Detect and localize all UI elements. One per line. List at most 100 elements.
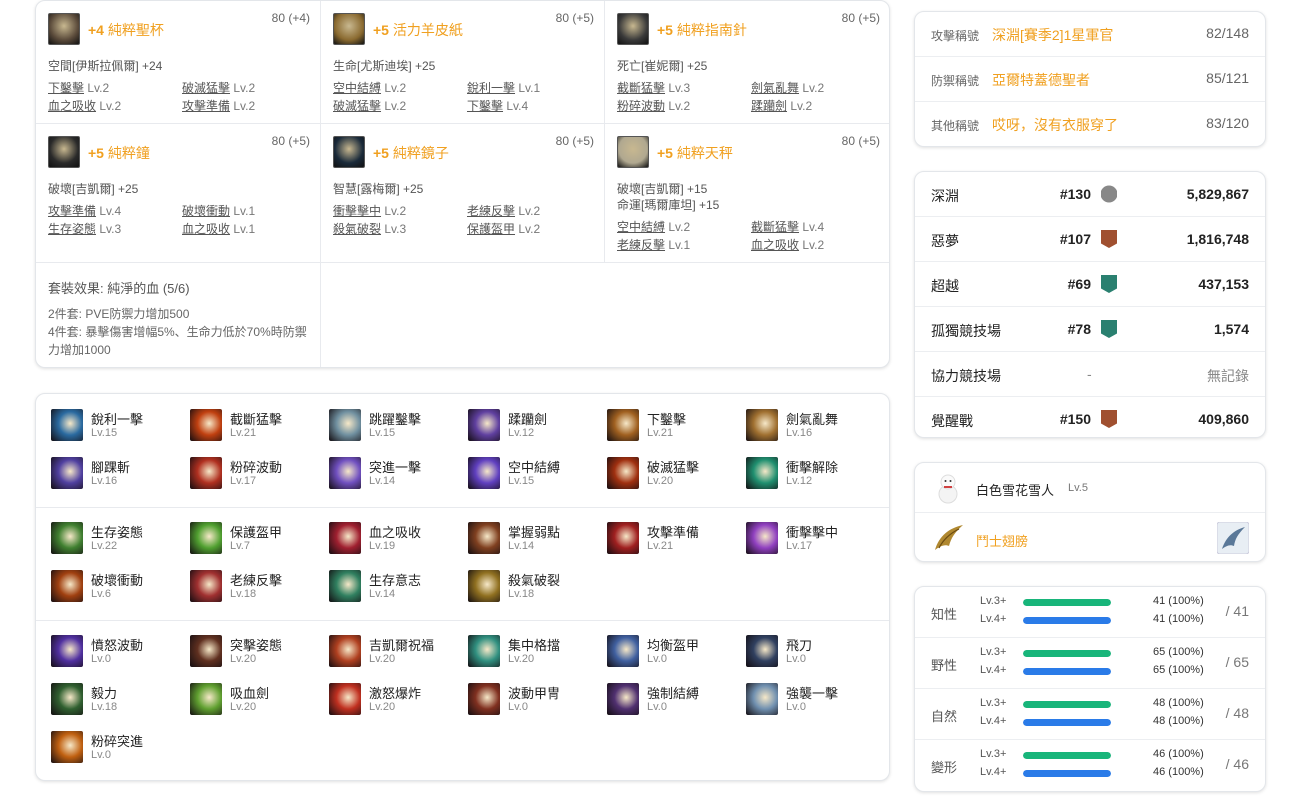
engraving-item[interactable]: 集中格擋 Lv.20 — [468, 635, 603, 675]
engraving-link[interactable]: 殺氣破裂 — [333, 222, 381, 236]
engraving-item[interactable]: 殺氣破裂 Lv.18 — [468, 570, 603, 610]
engraving-item[interactable]: 破滅猛擊 Lv.20 — [607, 457, 742, 497]
engraving-item[interactable]: 生存姿態 Lv.22 — [51, 522, 186, 562]
engraving-item[interactable]: 下鑿擊 Lv.21 — [607, 409, 742, 449]
engraving-item[interactable]: 銳利一擊 Lv.15 — [51, 409, 186, 449]
engraving-link[interactable]: 老練反擊 — [617, 238, 665, 252]
pet-row[interactable]: 白色雪花雪人 Lv.5 — [915, 463, 1265, 513]
engraving-link[interactable]: 血之吸收 — [48, 99, 96, 113]
accessory-engraving[interactable]: 老練反擊 Lv.1 — [617, 236, 690, 253]
accessory-engraving[interactable]: 殺氣破裂 Lv.3 — [333, 220, 406, 237]
accessory-engraving[interactable]: 血之吸收 Lv.2 — [751, 236, 824, 253]
accessory-cell[interactable]: +4 純粹聖杯 80 (+4) 空間[伊斯拉佩爾] +24 下鑿擊 Lv.2 破滅猛擊 … — [36, 1, 321, 124]
engraving-item[interactable]: 突進一擊 Lv.14 — [329, 457, 464, 497]
ranking-row[interactable]: 孤獨競技場 #78 1,574 — [915, 307, 1265, 352]
accessory-engraving[interactable]: 老練反擊 Lv.2 — [467, 202, 540, 219]
engraving-item[interactable]: 老練反擊 Lv.18 — [190, 570, 325, 610]
engraving-link[interactable]: 截斷猛擊 — [751, 220, 799, 234]
title-row[interactable]: 攻擊稱號 深淵[賽季2]1星軍官 82/148 — [915, 12, 1265, 57]
accessory-engraving[interactable]: 生存姿態 Lv.3 — [48, 220, 121, 237]
accessory-engraving[interactable]: 攻擊準備 Lv.2 — [182, 97, 255, 114]
engraving-item[interactable]: 截斷猛擊 Lv.21 — [190, 409, 325, 449]
engraving-item[interactable]: 均衡盔甲 Lv.0 — [607, 635, 742, 675]
engraving-link[interactable]: 空中結縛 — [333, 81, 381, 95]
accessory-engraving[interactable]: 攻擊準備 Lv.4 — [48, 202, 121, 219]
engraving-item[interactable]: 跳躍鑿擊 Lv.15 — [329, 409, 464, 449]
engraving-link[interactable]: 粉碎波動 — [617, 99, 665, 113]
engraving-item[interactable]: 波動甲冑 Lv.0 — [468, 683, 603, 723]
engraving-link[interactable]: 破滅猛擊 — [182, 81, 230, 95]
engraving-link[interactable]: 蹂躪劍 — [751, 99, 787, 113]
engraving-item[interactable]: 生存意志 Lv.14 — [329, 570, 464, 610]
accessory-engraving[interactable]: 蹂躪劍 Lv.2 — [751, 97, 812, 114]
engraving-item[interactable]: 憤怒波動 Lv.0 — [51, 635, 186, 675]
accessory-engraving[interactable]: 劍氣亂舞 Lv.2 — [751, 79, 824, 96]
engraving-item[interactable]: 強襲一擊 Lv.0 — [746, 683, 881, 723]
ranking-row[interactable]: 深淵 #130 5,829,867 — [915, 172, 1265, 217]
accessory-engraving[interactable]: 截斷猛擊 Lv.3 — [617, 79, 690, 96]
engraving-link[interactable]: 血之吸收 — [751, 238, 799, 252]
engraving-link[interactable]: 破壞衝動 — [182, 204, 230, 218]
accessory-cell[interactable]: +5 活力羊皮紙 80 (+5) 生命[尤斯迪埃] +25 空中結縛 Lv.2 銳利一擊… — [321, 1, 605, 124]
engraving-item[interactable]: 破壞衝動 Lv.6 — [51, 570, 186, 610]
accessory-engraving[interactable]: 銳利一擊 Lv.1 — [467, 79, 540, 96]
engraving-item[interactable]: 突擊姿態 Lv.20 — [190, 635, 325, 675]
engraving-item[interactable]: 強制結縛 Lv.0 — [607, 683, 742, 723]
title-row[interactable]: 其他稱號 哎呀，沒有衣服穿了 83/120 — [915, 102, 1265, 147]
engraving-item[interactable]: 攻擊準備 Lv.21 — [607, 522, 742, 562]
engraving-link[interactable]: 攻擊準備 — [48, 204, 96, 218]
title-row[interactable]: 防禦稱號 亞爾特蓋德聖者 85/121 — [915, 57, 1265, 102]
engraving-item[interactable]: 粉碎突進 Lv.0 — [51, 731, 186, 771]
engraving-item[interactable]: 劍氣亂舞 Lv.16 — [746, 409, 881, 449]
engraving-link[interactable]: 下鑿擊 — [467, 99, 503, 113]
engraving-item[interactable]: 保護盔甲 Lv.7 — [190, 522, 325, 562]
accessory-engraving[interactable]: 衝擊擊中 Lv.2 — [333, 202, 406, 219]
accessory-engraving[interactable]: 空中結縛 Lv.2 — [617, 218, 690, 235]
accessory-engraving[interactable]: 破壞衝動 Lv.1 — [182, 202, 255, 219]
engraving-item[interactable]: 空中結縛 Lv.15 — [468, 457, 603, 497]
engraving-item[interactable]: 飛刀 Lv.0 — [746, 635, 881, 675]
accessory-engraving[interactable]: 粉碎波動 Lv.2 — [617, 97, 690, 114]
accessory-engraving[interactable]: 血之吸收 Lv.1 — [182, 220, 255, 237]
engraving-item[interactable]: 血之吸收 Lv.19 — [329, 522, 464, 562]
engraving-item[interactable]: 吉凱爾祝福 Lv.20 — [329, 635, 464, 675]
engraving-link[interactable]: 截斷猛擊 — [617, 81, 665, 95]
engraving-link[interactable]: 血之吸收 — [182, 222, 230, 236]
engraving-link[interactable]: 空中結縛 — [617, 220, 665, 234]
engraving-link[interactable]: 破滅猛擊 — [333, 99, 381, 113]
engraving-link[interactable]: 保護盔甲 — [467, 222, 515, 236]
engraving-item[interactable]: 粉碎波動 Lv.17 — [190, 457, 325, 497]
wings-row[interactable]: 鬥士翅膀 — [915, 513, 1265, 563]
engraving-link[interactable]: 劍氣亂舞 — [751, 81, 799, 95]
accessory-cell[interactable]: +5 純粹鐘 80 (+5) 破壞[吉凱爾] +25 攻擊準備 Lv.4 破壞衝動 Lv… — [36, 124, 321, 263]
accessory-engraving[interactable]: 保護盔甲 Lv.2 — [467, 220, 540, 237]
engraving-item[interactable]: 激怒爆炸 Lv.20 — [329, 683, 464, 723]
engraving-item[interactable]: 毅力 Lv.18 — [51, 683, 186, 723]
accessory-engraving[interactable]: 破滅猛擊 Lv.2 — [333, 97, 406, 114]
engraving-item[interactable]: 衝擊解除 Lv.12 — [746, 457, 881, 497]
ranking-row[interactable]: 惡夢 #107 1,816,748 — [915, 217, 1265, 262]
accessory-engraving[interactable]: 破滅猛擊 Lv.2 — [182, 79, 255, 96]
engraving-item[interactable]: 蹂躪劍 Lv.12 — [468, 409, 603, 449]
accessory-engraving[interactable]: 血之吸收 Lv.2 — [48, 97, 121, 114]
accessory-cell[interactable]: +5 純粹鏡子 80 (+5) 智慧[露梅爾] +25 衝擊擊中 Lv.2 老練反擊 L… — [321, 124, 605, 263]
engraving-item[interactable]: 衝擊擊中 Lv.17 — [746, 522, 881, 562]
accessory-cell[interactable]: +5 純粹天秤 80 (+5) 破壞[吉凱爾] +15 命運[瑪爾庫坦] +15 空中結… — [605, 124, 889, 263]
engraving-link[interactable]: 老練反擊 — [467, 204, 515, 218]
accessory-engraving[interactable]: 下鑿擊 Lv.2 — [48, 79, 109, 96]
engraving-link[interactable]: 下鑿擊 — [48, 81, 84, 95]
accessory-engraving[interactable]: 截斷猛擊 Lv.4 — [751, 218, 824, 235]
engraving-item[interactable]: 腳踝斬 Lv.16 — [51, 457, 186, 497]
ranking-row[interactable]: 超越 #69 437,153 — [915, 262, 1265, 307]
ranking-row[interactable]: 協力競技場 - 無記錄 — [915, 352, 1265, 397]
accessory-engraving[interactable]: 空中結縛 Lv.2 — [333, 79, 406, 96]
accessory-engraving[interactable]: 下鑿擊 Lv.4 — [467, 97, 528, 114]
engraving-link[interactable]: 衝擊擊中 — [333, 204, 381, 218]
accessory-cell[interactable]: +5 純粹指南針 80 (+5) 死亡[崔妮爾] +25 截斷猛擊 Lv.3 劍氣亂舞 … — [605, 1, 889, 124]
engraving-item[interactable]: 掌握弱點 Lv.14 — [468, 522, 603, 562]
engraving-item[interactable]: 吸血劍 Lv.20 — [190, 683, 325, 723]
ranking-row[interactable]: 覺醒戰 #150 409,860 — [915, 397, 1265, 442]
engraving-link[interactable]: 銳利一擊 — [467, 81, 515, 95]
engraving-link[interactable]: 生存姿態 — [48, 222, 96, 236]
engraving-link[interactable]: 攻擊準備 — [182, 99, 230, 113]
